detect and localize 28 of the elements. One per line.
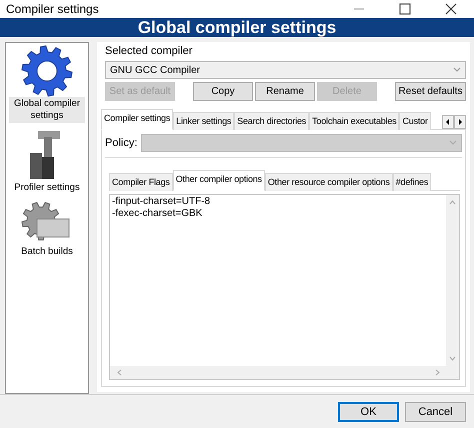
compiler-button[interactable]: Rename bbox=[255, 82, 315, 101]
dialog-button[interactable]: OK bbox=[338, 402, 399, 422]
option-line: -fexec-charset=GBK bbox=[112, 208, 204, 220]
sidebar-item[interactable]: Global compiler settings bbox=[9, 97, 85, 123]
policy-label: Policy: bbox=[105, 136, 138, 150]
settings-tab[interactable]: Linker settings bbox=[173, 112, 234, 130]
sidebar-item[interactable]: Profiler settings bbox=[12, 181, 82, 195]
caret-icon bbox=[449, 140, 457, 146]
gear-icon bbox=[21, 45, 73, 97]
dialog-button[interactable]: Cancel bbox=[405, 402, 466, 422]
compiler-dropdown[interactable]: GNU GCC Compiler bbox=[105, 61, 466, 79]
window-title: Compiler settings bbox=[6, 2, 100, 16]
option-line: -finput-charset=UTF-8 bbox=[112, 196, 212, 208]
caret-icon bbox=[453, 67, 461, 73]
settings-tab[interactable]: Custor bbox=[399, 112, 431, 130]
options-tab[interactable]: Other compiler options bbox=[172, 170, 265, 191]
settings-tab[interactable]: Toolchain executables bbox=[309, 112, 400, 130]
sidebar-item[interactable]: Batch builds bbox=[19, 245, 75, 259]
options-text-area[interactable]: -finput-charset=UTF-8 -fexec-charset=GBK bbox=[109, 194, 460, 380]
settings-tab[interactable]: Compiler settings bbox=[101, 109, 174, 130]
selected-compiler-label: Selected compiler bbox=[105, 44, 194, 58]
settings-tab[interactable]: Search directories bbox=[234, 112, 310, 130]
compiler-button[interactable]: Reset defaults bbox=[395, 82, 466, 101]
compiler-button[interactable]: Copy bbox=[193, 82, 253, 101]
header-title: Global compiler settings bbox=[138, 18, 336, 38]
options-tab[interactable]: Other resource compiler options bbox=[264, 173, 393, 191]
options-tab[interactable]: #defines bbox=[392, 173, 432, 191]
options-tab[interactable]: Compiler Flags bbox=[109, 173, 173, 191]
